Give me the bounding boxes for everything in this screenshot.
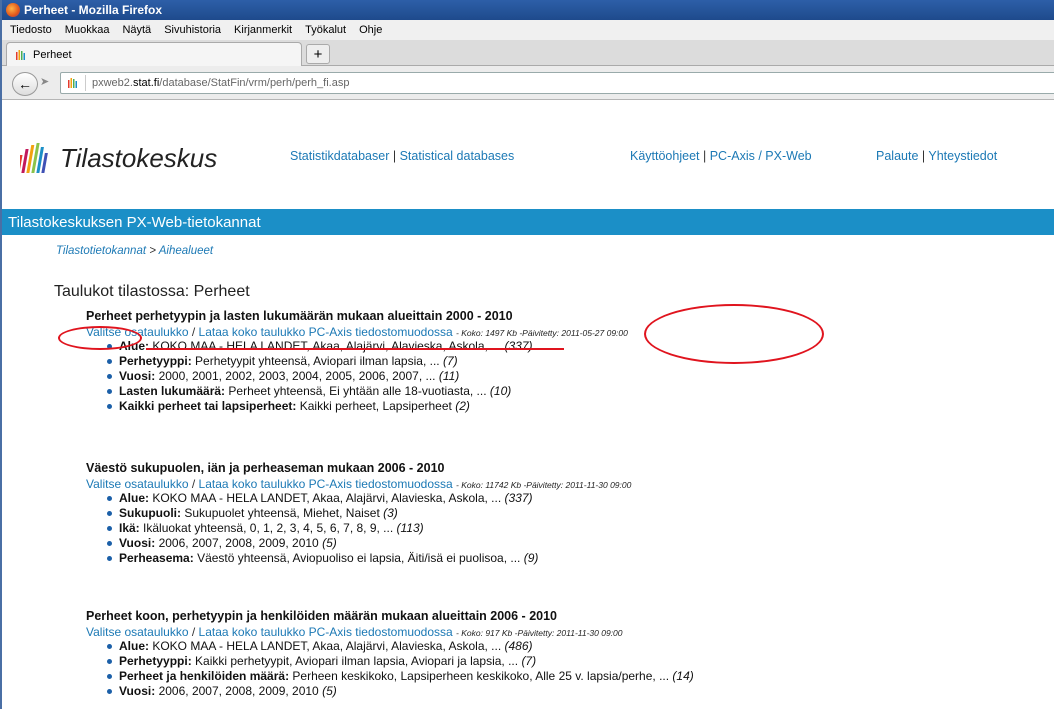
back-arrow-icon: ← (18, 76, 32, 92)
table-title: Väestö sukupuolen, iän ja perheaseman mu… (86, 461, 445, 475)
list-item: Lasten lukumäärä: Perheet yhteensä, Ei y… (104, 384, 628, 399)
link-separator: / (191, 477, 196, 491)
top-links-help: Käyttöohjeet | PC-Axis / PX-Web (630, 149, 812, 163)
table-meta: - Koko: 11742 Kb -Päivitetty: 2011-11-30… (456, 480, 632, 490)
table-section: Perheet perhetyypin ja lasten lukumäärän… (86, 309, 628, 414)
list-item: Vuosi: 2006, 2007, 2008, 2009, 2010 (5) (104, 536, 631, 551)
annotation-underline-download (146, 348, 564, 350)
table-title: Perheet perhetyypin ja lasten lukumäärän… (86, 309, 513, 323)
site-identity-icon (68, 78, 77, 88)
variable-list: Alue: KOKO MAA - HELA LANDET, Akaa, Alaj… (104, 491, 631, 566)
url-prefix: pxweb2. (92, 77, 133, 89)
menu-bar: Tiedosto Muokkaa Näytä Sivuhistoria Kirj… (2, 20, 1054, 40)
firefox-icon (6, 3, 20, 17)
back-button[interactable]: ← (12, 72, 38, 96)
menu-nayta[interactable]: Näytä (122, 24, 151, 36)
list-item: Perheet ja henkilöiden määrä: Perheen ke… (104, 669, 694, 684)
menu-tyokalut[interactable]: Työkalut (305, 24, 346, 36)
select-subtable-link[interactable]: Valitse osataulukko (86, 325, 189, 339)
list-item: Alue: KOKO MAA - HELA LANDET, Akaa, Alaj… (104, 491, 631, 506)
list-item: Alue: KOKO MAA - HELA LANDET, Akaa, Alaj… (104, 639, 694, 654)
url-bar[interactable]: pxweb2. stat.fi/database/StatFin/vrm/perh… (60, 72, 1054, 94)
menu-muokkaa[interactable]: Muokkaa (65, 24, 110, 36)
download-pcaxis-link[interactable]: Lataa koko taulukko PC-Axis tiedostomuod… (199, 325, 453, 339)
pipe-separator: | (921, 149, 926, 163)
menu-sivuhistoria[interactable]: Sivuhistoria (164, 24, 221, 36)
url-separator (85, 75, 86, 91)
list-item: Sukupuoli: Sukupuolet yhteensä, Miehet, … (104, 506, 631, 521)
forward-arrow-icon: ➤ (40, 76, 50, 88)
tab-bar: Perheet + (2, 40, 1054, 66)
browser-window: Perheet - Mozilla Firefox Tiedosto Muokk… (0, 0, 1054, 709)
link-palaute[interactable]: Palaute (876, 149, 918, 163)
table-section: Väestö sukupuolen, iän ja perheaseman mu… (86, 461, 631, 566)
crumb-tilastotietokannat[interactable]: Tilastotietokannat (56, 245, 146, 257)
link-statistical-databases[interactable]: Statistical databases (400, 149, 515, 163)
select-subtable-link[interactable]: Valitse osataulukko (86, 477, 189, 491)
list-item: Vuosi: 2006, 2007, 2008, 2009, 2010 (5) (104, 684, 694, 699)
new-tab-button[interactable]: + (306, 44, 330, 64)
tab-label: Perheet (33, 48, 72, 61)
download-pcaxis-link[interactable]: Lataa koko taulukko PC-Axis tiedostomuod… (199, 477, 453, 491)
menu-kirjanmerkit[interactable]: Kirjanmerkit (234, 24, 292, 36)
crumb-separator: > (149, 245, 156, 257)
link-pc-axis[interactable]: PC-Axis / PX-Web (710, 149, 812, 163)
list-item: Perhetyyppi: Perhetyypit yhteensä, Aviop… (104, 354, 628, 369)
breadcrumb: Tilastotietokannat > Aihealueet (56, 245, 213, 257)
download-pcaxis-link[interactable]: Lataa koko taulukko PC-Axis tiedostomuod… (199, 625, 453, 639)
url-path: /database/StatFin/vrm/perh/perh_fi.asp (159, 77, 350, 89)
tab-perheet[interactable]: Perheet (6, 42, 302, 66)
site-banner: Tilastokeskuksen PX-Web-tietokannat (2, 209, 1054, 235)
table-title: Perheet koon, perhetyypin ja henkilöiden… (86, 609, 558, 623)
navigation-bar: ← ➤ pxweb2. stat.fi/database/StatFin/vrm/… (2, 66, 1054, 100)
table-links: Valitse osataulukko / Lataa koko taulukk… (86, 325, 628, 339)
select-subtable-link[interactable]: Valitse osataulukko (86, 625, 189, 639)
list-item: Perheasema: Väestö yhteensä, Aviopuoliso… (104, 551, 631, 566)
annotation-ellipse-updated (644, 304, 824, 364)
variable-list: Alue: KOKO MAA - HELA LANDET, Akaa, Alaj… (104, 639, 694, 699)
menu-tiedosto[interactable]: Tiedosto (10, 24, 52, 36)
forward-button[interactable]: ➤ (40, 75, 49, 88)
window-title: Perheet - Mozilla Firefox (24, 3, 163, 17)
logo-text: Tilastokeskus (60, 142, 218, 173)
list-item: Kaikki perheet tai lapsiperheet: Kaikki … (104, 399, 628, 414)
list-item: Alue: KOKO MAA - HELA LANDET, Akaa, Alaj… (104, 339, 628, 354)
table-section: Perheet koon, perhetyypin ja henkilöiden… (86, 609, 694, 699)
link-yhteystiedot[interactable]: Yhteystiedot (928, 149, 997, 163)
page-content: Tilastokeskus Statistikdatabaser | Stati… (2, 101, 1054, 709)
link-separator: / (191, 625, 196, 639)
list-item: Vuosi: 2000, 2001, 2002, 2003, 2004, 200… (104, 369, 628, 384)
table-meta: - Koko: 1497 Kb -Päivitetty: 2011-05-27 … (456, 328, 628, 338)
table-links: Valitse osataulukko / Lataa koko taulukk… (86, 625, 694, 639)
link-separator: / (191, 325, 196, 339)
tilastokeskus-favicon-icon (16, 49, 25, 60)
page-title: Taulukot tilastossa: Perheet (54, 283, 250, 300)
crumb-aihealueet[interactable]: Aihealueet (159, 245, 213, 257)
top-links-contact: Palaute | Yhteystiedot (876, 149, 997, 163)
title-bar: Perheet - Mozilla Firefox (2, 0, 1054, 20)
list-item: Ikä: Ikäluokat yhteensä, 0, 1, 2, 3, 4, … (104, 521, 631, 536)
list-item: Perhetyyppi: Kaikki perhetyypit, Aviopar… (104, 654, 694, 669)
pipe-separator: | (702, 149, 707, 163)
variable-list: Alue: KOKO MAA - HELA LANDET, Akaa, Alaj… (104, 339, 628, 414)
link-kayttoohjeet[interactable]: Käyttöohjeet (630, 149, 700, 163)
tilastokeskus-logo-icon (20, 143, 48, 173)
link-statistikdatabaser[interactable]: Statistikdatabaser (290, 149, 389, 163)
top-links-databases: Statistikdatabaser | Statistical databas… (290, 149, 514, 163)
table-links: Valitse osataulukko / Lataa koko taulukk… (86, 477, 631, 491)
site-logo[interactable]: Tilastokeskus (20, 141, 217, 175)
url-domain: stat.fi (132, 77, 160, 89)
menu-ohje[interactable]: Ohje (359, 24, 382, 36)
pipe-separator: | (392, 149, 397, 163)
table-meta: - Koko: 917 Kb -Päivitetty: 2011-11-30 0… (456, 628, 623, 638)
